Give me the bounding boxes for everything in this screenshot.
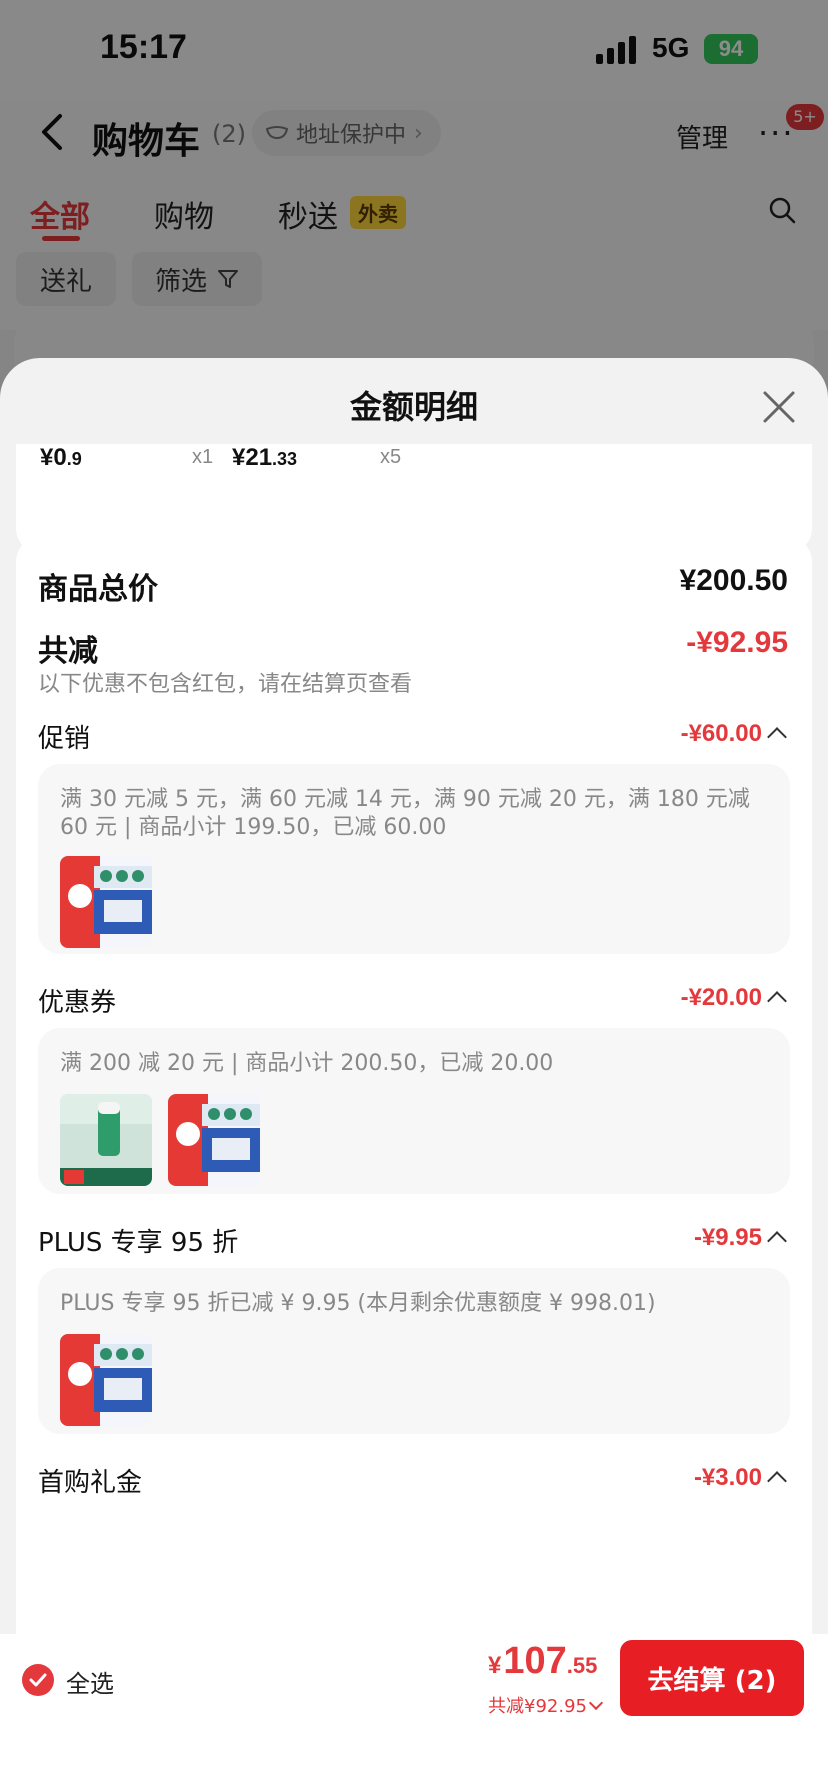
section-value: -¥3.00 [693, 1464, 762, 1491]
section-detail: 满 200 减 20 元 | 商品小计 200.50，已减 20.00 [60, 1051, 554, 1076]
coupon-detail-box: 满 200 减 20 元 | 商品小计 200.50，已减 20.00 [38, 1028, 790, 1194]
item-price-dec: .33 [272, 449, 298, 469]
chevron-up-icon [767, 1231, 787, 1251]
section-value: -¥60.00 [680, 720, 762, 747]
total-int: 107 [503, 1640, 567, 1682]
close-icon[interactable] [762, 390, 796, 424]
saved-toggle[interactable]: 共减¥92.95 [488, 1692, 604, 1718]
chevron-up-icon [767, 1471, 787, 1491]
item-price-int: ¥21 [232, 444, 273, 471]
total-label: 商品总价 [38, 572, 158, 607]
product-thumbnail[interactable] [60, 1334, 152, 1426]
select-all-checkbox[interactable] [22, 1664, 54, 1696]
chevron-down-icon [588, 1695, 604, 1711]
total-dec: .55 [566, 1653, 598, 1678]
total-value: ¥200.50 [679, 564, 788, 597]
amount-detail-sheet: 金额明细 ¥0.9 x1 ¥21.33 x5 商品总价 ¥200.50 共减 -… [0, 358, 828, 1792]
product-thumbnail[interactable] [60, 856, 152, 948]
section-label: 首购礼金 [38, 1468, 143, 1498]
select-all-label[interactable]: 全选 [66, 1664, 114, 1699]
section-toggle[interactable]: -¥20.00 [680, 984, 787, 1012]
baby-wipes-image [60, 1334, 152, 1426]
section-value: -¥9.95 [693, 1224, 762, 1251]
section-detail: PLUS 专享 95 折已减 ¥ 9.95 (本月剩余优惠额度 ¥ 998.01… [60, 1291, 656, 1316]
discount-label: 共减 [38, 634, 98, 669]
total-currency: ¥ [488, 1652, 502, 1679]
section-toggle[interactable]: -¥3.00 [693, 1464, 787, 1492]
baby-wipes-image [168, 1094, 260, 1186]
section-label: PLUS 专享 95 折 [38, 1228, 239, 1258]
item-price: ¥21.33 [232, 444, 297, 472]
section-toggle[interactable]: -¥60.00 [680, 720, 787, 748]
section-label: 促销 [38, 724, 91, 754]
glue-stick-image [60, 1094, 152, 1186]
section-detail: 满 30 元减 5 元，满 60 元减 14 元，满 90 元减 20 元，满 … [60, 787, 750, 840]
total-price: ¥107.55 [488, 1640, 597, 1683]
discount-note: 以下优惠不包含红包，请在结算页查看 [38, 672, 413, 697]
promo-detail-box: 满 30 元减 5 元，满 60 元减 14 元，满 90 元减 20 元，满 … [38, 764, 790, 954]
item-price-int: ¥0 [40, 444, 67, 471]
saved-amount: 共减¥92.95 [488, 1696, 587, 1717]
amount-detail-card: 商品总价 ¥200.50 共减 -¥92.95 以下优惠不包含红包，请在结算页查… [16, 536, 812, 1792]
section-label: 优惠券 [38, 988, 117, 1018]
item-qty: x1 [192, 446, 214, 468]
product-thumbnail[interactable] [60, 1094, 152, 1186]
section-value: -¥20.00 [680, 984, 762, 1011]
baby-wipes-image [60, 856, 152, 948]
chevron-up-icon [767, 991, 787, 1011]
section-toggle[interactable]: -¥9.95 [693, 1224, 787, 1252]
discount-value: -¥92.95 [686, 626, 788, 659]
item-price-dec: .9 [66, 449, 82, 469]
item-qty: x5 [380, 446, 402, 468]
plus-detail-box: PLUS 专享 95 折已减 ¥ 9.95 (本月剩余优惠额度 ¥ 998.01… [38, 1268, 790, 1434]
sheet-title: 金额明细 [349, 388, 478, 426]
checkout-bar: 全选 ¥107.55 共减¥92.95 去结算 (2) [0, 1634, 828, 1792]
chevron-up-icon [767, 727, 787, 747]
checkout-button[interactable]: 去结算 (2) [620, 1640, 804, 1716]
product-thumbnail[interactable] [168, 1094, 260, 1186]
checkmark-icon [29, 1673, 47, 1687]
item-price: ¥0.9 [40, 444, 82, 472]
